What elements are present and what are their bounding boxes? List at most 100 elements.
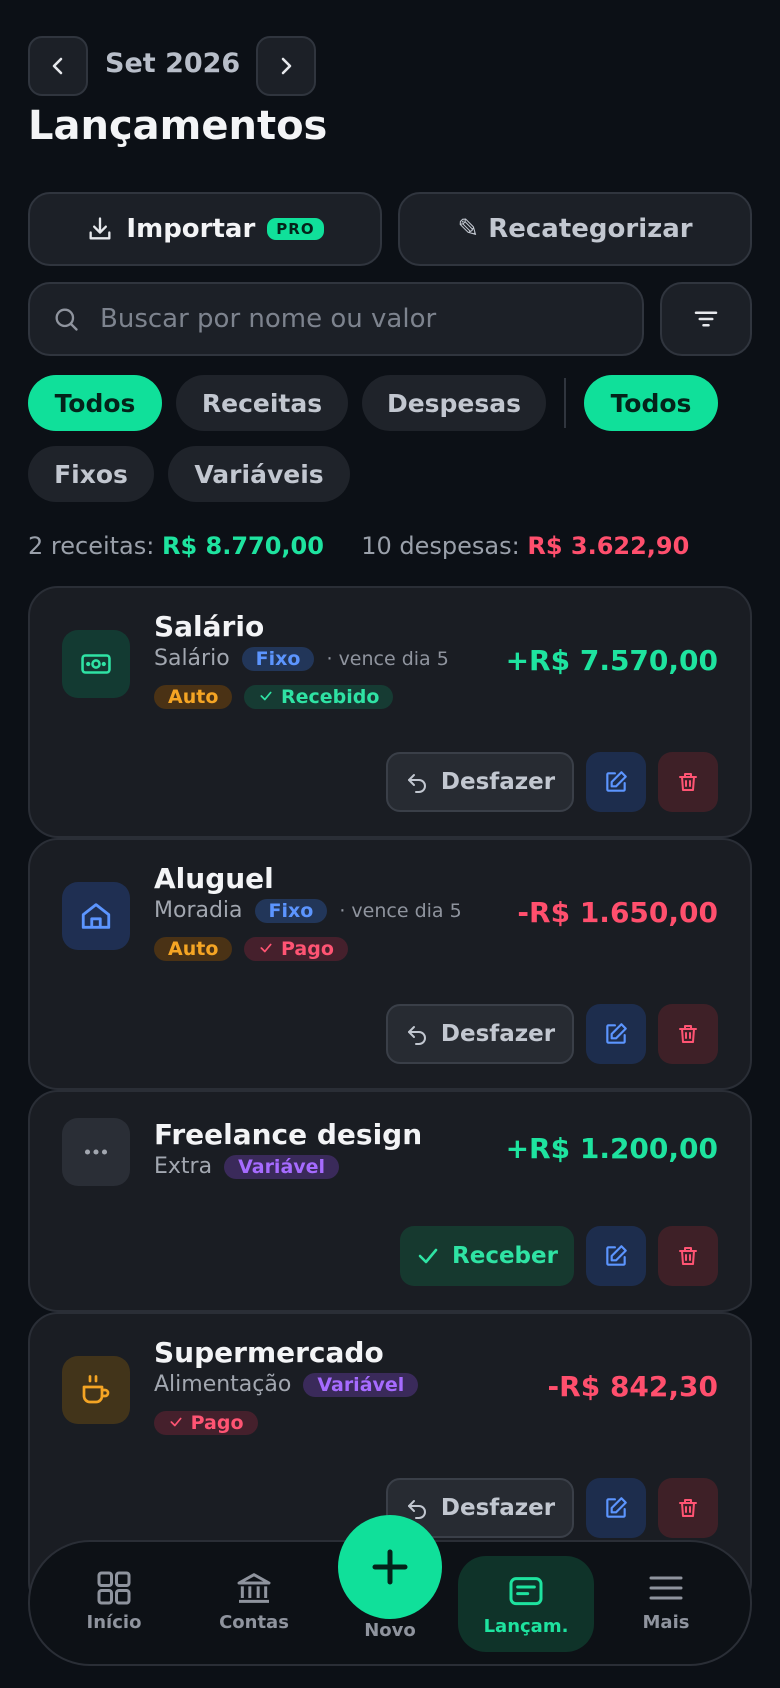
filter-button[interactable] [660,282,752,356]
import-button[interactable]: Importar PRO [28,192,382,266]
edit-icon [606,1497,627,1518]
kind-badge: Fixo [254,898,328,923]
transaction-category: Salário [154,646,230,671]
transaction-category: Alimentação [154,1372,292,1397]
edit-button[interactable] [586,1004,646,1064]
check-icon [260,943,272,953]
chip-recurrence-all[interactable]: Todos [584,375,718,431]
transaction-meta: Extra Variável [154,1154,340,1179]
expense-total: R$ 3.622,90 [527,532,690,560]
undo-label: Desfazer [440,769,556,795]
chevron-left-icon [52,57,63,75]
transaction-meta: Moradia Fixo · vence dia 5 [154,898,462,923]
chip-divider [564,378,566,428]
nav-more[interactable]: Mais [616,1568,716,1633]
transaction-name: Salário [154,610,265,643]
download-icon [89,217,111,240]
chip-type-all[interactable]: Todos [28,375,162,431]
kind-badge: Variável [224,1154,340,1179]
bank-icon [237,1573,271,1603]
recategorize-button[interactable]: ✎ Recategorizar [398,192,752,266]
undo-button[interactable]: Desfazer [386,752,574,812]
delete-button[interactable] [658,1004,718,1064]
delete-button[interactable] [658,1478,718,1538]
auto-badge: Auto [154,937,233,961]
current-month: Set 2026 [105,48,241,79]
edit-icon [606,1023,627,1044]
transaction-meta: Alimentação Variável [154,1372,419,1397]
transaction-category: Extra [154,1154,213,1179]
transaction-badges: Pago [154,1411,258,1435]
undo-icon [407,774,426,793]
auto-badge: Auto [154,685,233,709]
house-icon [81,903,111,929]
search-input[interactable] [100,304,620,334]
receive-button[interactable]: Receber [400,1226,574,1286]
filter-icon [694,311,718,327]
dots-icon [84,1149,108,1155]
edit-icon [606,1245,627,1266]
transaction-name: Supermercado [154,1336,384,1369]
due-text: · vence dia 5 [339,899,462,922]
transaction-category: Moradia [154,898,243,923]
chip-income[interactable]: Receitas [176,375,348,431]
page-title: Lançamentos [28,103,328,149]
undo-label: Desfazer [440,1021,556,1047]
money-icon-box [62,630,130,698]
edit-button[interactable] [586,1478,646,1538]
status-label: Pago [281,938,334,960]
check-icon [418,1248,438,1264]
menu-icon [649,1576,683,1600]
chip-fixed[interactable]: Fixos [28,446,154,502]
dots-icon-box [62,1118,130,1186]
money-icon [81,654,111,674]
pro-badge: PRO [267,218,324,240]
due-text: · vence dia 5 [326,647,449,670]
transaction-meta: Salário Fixo · vence dia 5 [154,646,449,671]
edit-button[interactable] [586,1226,646,1286]
nav-new-label: Novo [364,1620,416,1641]
edit-button[interactable] [586,752,646,812]
check-icon [170,1417,182,1427]
expense-count-label: 10 despesas: [361,532,520,560]
next-month-button[interactable] [256,36,316,96]
prev-month-button[interactable] [28,36,88,96]
undo-icon [407,1500,426,1519]
import-label: Importar [126,214,256,244]
status-label: Recebido [281,686,380,708]
search-icon [55,308,78,331]
transaction-amount: +R$ 7.570,00 [505,644,718,677]
check-icon [260,691,272,701]
trash-icon [679,773,697,791]
delete-button[interactable] [658,752,718,812]
nav-entries[interactable]: Lançam. [458,1556,594,1652]
nav-home[interactable]: Início [64,1568,164,1633]
plus-icon [372,1549,408,1585]
transaction-badges: Auto Recebido [154,685,394,709]
kind-badge: Variável [303,1372,419,1397]
undo-button[interactable]: Desfazer [386,1004,574,1064]
undo-icon [407,1026,426,1045]
delete-button[interactable] [658,1226,718,1286]
summary-line: 2 receitas: R$ 8.770,00 10 despesas: R$ … [28,532,689,560]
entries-icon [509,1576,543,1605]
transaction-amount: -R$ 842,30 [547,1370,718,1403]
nav-entries-label: Lançam. [483,1615,569,1637]
chip-variable[interactable]: Variáveis [168,446,350,502]
status-badge: Pago [244,937,348,961]
transaction-amount: -R$ 1.650,00 [517,896,718,929]
chip-expenses[interactable]: Despesas [362,375,546,431]
nav-more-label: Mais [642,1612,690,1633]
edit-icon [606,771,627,792]
status-badge: Recebido [244,685,394,709]
nav-accounts-label: Contas [219,1612,289,1633]
nav-accounts[interactable]: Contas [204,1568,304,1633]
transaction-amount: +R$ 1.200,00 [505,1132,718,1165]
trash-icon [679,1025,697,1043]
new-entry-button[interactable] [338,1515,442,1619]
nav-home-label: Início [86,1612,142,1633]
status-badge: Pago [154,1411,258,1435]
trash-icon [679,1247,697,1265]
chevron-right-icon [281,57,292,75]
transaction-name: Freelance design [154,1118,423,1151]
